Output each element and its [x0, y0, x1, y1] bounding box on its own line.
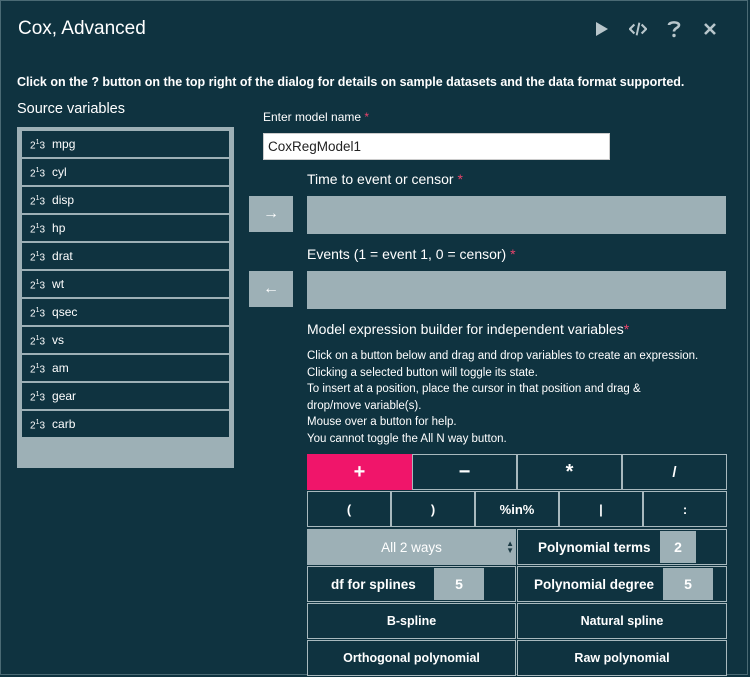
numeric-type-icon: 213: [30, 362, 46, 376]
source-variable-item[interactable]: 213 hp: [22, 215, 229, 241]
minus-button[interactable]: −: [412, 454, 517, 490]
df-splines-input[interactable]: 5: [434, 568, 484, 600]
help-line: Mouse over a button for help.: [307, 416, 457, 428]
numeric-type-icon: 213: [30, 334, 46, 348]
source-variable-item[interactable]: 213 disp: [22, 187, 229, 213]
arrow-left-icon: ←: [263, 280, 279, 297]
plus-button[interactable]: +: [307, 454, 412, 490]
polynomial-terms-label: Polynomial terms: [538, 539, 651, 555]
source-variable-label: carb: [52, 417, 76, 431]
help-line: To insert at a position, place the curso…: [307, 383, 641, 395]
help-line: Click on a button below and drag and dro…: [307, 350, 699, 362]
help-icon[interactable]: [665, 19, 683, 39]
help-line: You cannot toggle the All N way button.: [307, 432, 507, 445]
bspline-button[interactable]: B-spline: [307, 603, 516, 639]
title-bar: Cox, Advanced: [1, 1, 747, 57]
source-variable-label: am: [52, 361, 69, 375]
select-arrows-icon: ▲ ▼: [506, 539, 514, 555]
raw-polynomial-button[interactable]: Raw polynomial: [517, 640, 727, 676]
arrow-right-icon: →: [263, 205, 279, 222]
source-variable-item[interactable]: 213 carb: [22, 411, 229, 437]
polynomial-terms-input[interactable]: 2: [660, 531, 696, 563]
numeric-type-icon: 213: [30, 250, 46, 264]
all-ways-select[interactable]: All 2 ways ▲ ▼: [307, 529, 516, 565]
source-variable-label: vs: [52, 333, 65, 347]
divide-button[interactable]: /: [622, 454, 727, 490]
open-paren-button[interactable]: (: [307, 491, 391, 527]
source-variables-title: Source variables: [17, 101, 125, 117]
source-variable-label: drat: [52, 249, 73, 263]
source-variable-item[interactable]: 213 cyl: [22, 159, 229, 185]
model-name-input[interactable]: [263, 133, 610, 160]
source-variable-item[interactable]: 213 qsec: [22, 299, 229, 325]
numeric-type-icon: 213: [30, 166, 46, 180]
numeric-type-icon: 213: [30, 306, 46, 320]
source-variable-item[interactable]: 213 mpg: [22, 131, 229, 157]
source-variables-list[interactable]: 213 mpg 213 cyl 213 disp 213 hp 213 drat 213 wt 213 q…: [17, 127, 234, 468]
events-field[interactable]: [307, 271, 726, 309]
orthogonal-polynomial-button[interactable]: Orthogonal polynomial: [307, 640, 516, 676]
numeric-type-icon: 213: [30, 390, 46, 404]
expression-builder-help: Click on a button below and drag and dro…: [307, 348, 727, 447]
pipe-button[interactable]: |: [559, 491, 643, 527]
close-paren-button[interactable]: ): [391, 491, 475, 527]
time-to-event-label: Time to event or censor *: [307, 171, 463, 187]
expression-builder-title: Model expression builder for independent…: [307, 321, 630, 337]
source-variable-label: qsec: [52, 305, 78, 319]
df-splines-label: df for splines: [331, 576, 416, 592]
natural-spline-button[interactable]: Natural spline: [517, 603, 727, 639]
source-variable-label: hp: [52, 221, 66, 235]
dialog-title: Cox, Advanced: [18, 18, 146, 39]
help-line: Clicking a selected button will toggle i…: [307, 366, 538, 379]
source-variable-item[interactable]: 213 wt: [22, 271, 229, 297]
move-left-button[interactable]: ←: [249, 271, 293, 307]
time-to-event-field[interactable]: [307, 196, 726, 234]
source-variable-label: mpg: [52, 137, 76, 151]
code-icon[interactable]: [629, 19, 647, 39]
source-variable-item[interactable]: 213 am: [22, 355, 229, 381]
source-variable-label: disp: [52, 193, 75, 207]
source-variable-label: wt: [52, 277, 65, 291]
notice-text: Click on the ? button on the top right o…: [17, 75, 685, 89]
numeric-type-icon: 213: [30, 138, 46, 152]
df-splines-box: df for splines: [307, 566, 516, 602]
operator-row-2: ( ) %in% | :: [307, 491, 727, 527]
operator-row-1: + − * /: [307, 454, 727, 490]
numeric-type-icon: 213: [30, 418, 46, 432]
numeric-type-icon: 213: [30, 222, 46, 236]
events-label: Events (1 = event 1, 0 = censor) *: [307, 246, 516, 262]
move-right-button[interactable]: →: [249, 196, 293, 232]
source-variable-label: cyl: [52, 165, 67, 179]
numeric-type-icon: 213: [30, 278, 46, 292]
close-icon[interactable]: [701, 19, 719, 39]
source-variable-item[interactable]: 213 drat: [22, 243, 229, 269]
multiply-button[interactable]: *: [517, 454, 622, 490]
source-variable-label: gear: [52, 389, 77, 403]
numeric-type-icon: 213: [30, 194, 46, 208]
source-variable-item[interactable]: 213 gear: [22, 383, 229, 409]
polynomial-degree-label: Polynomial degree: [534, 576, 655, 592]
model-name-label: Enter model name *: [263, 110, 370, 124]
source-variable-item[interactable]: 213 vs: [22, 327, 229, 353]
help-line: drop/move variable(s).: [307, 399, 422, 412]
in-operator-button[interactable]: %in%: [475, 491, 559, 527]
polynomial-degree-input[interactable]: 5: [663, 568, 713, 600]
all-ways-value: All 2 ways: [381, 539, 442, 555]
play-icon[interactable]: [593, 19, 611, 39]
colon-button[interactable]: :: [643, 491, 727, 527]
